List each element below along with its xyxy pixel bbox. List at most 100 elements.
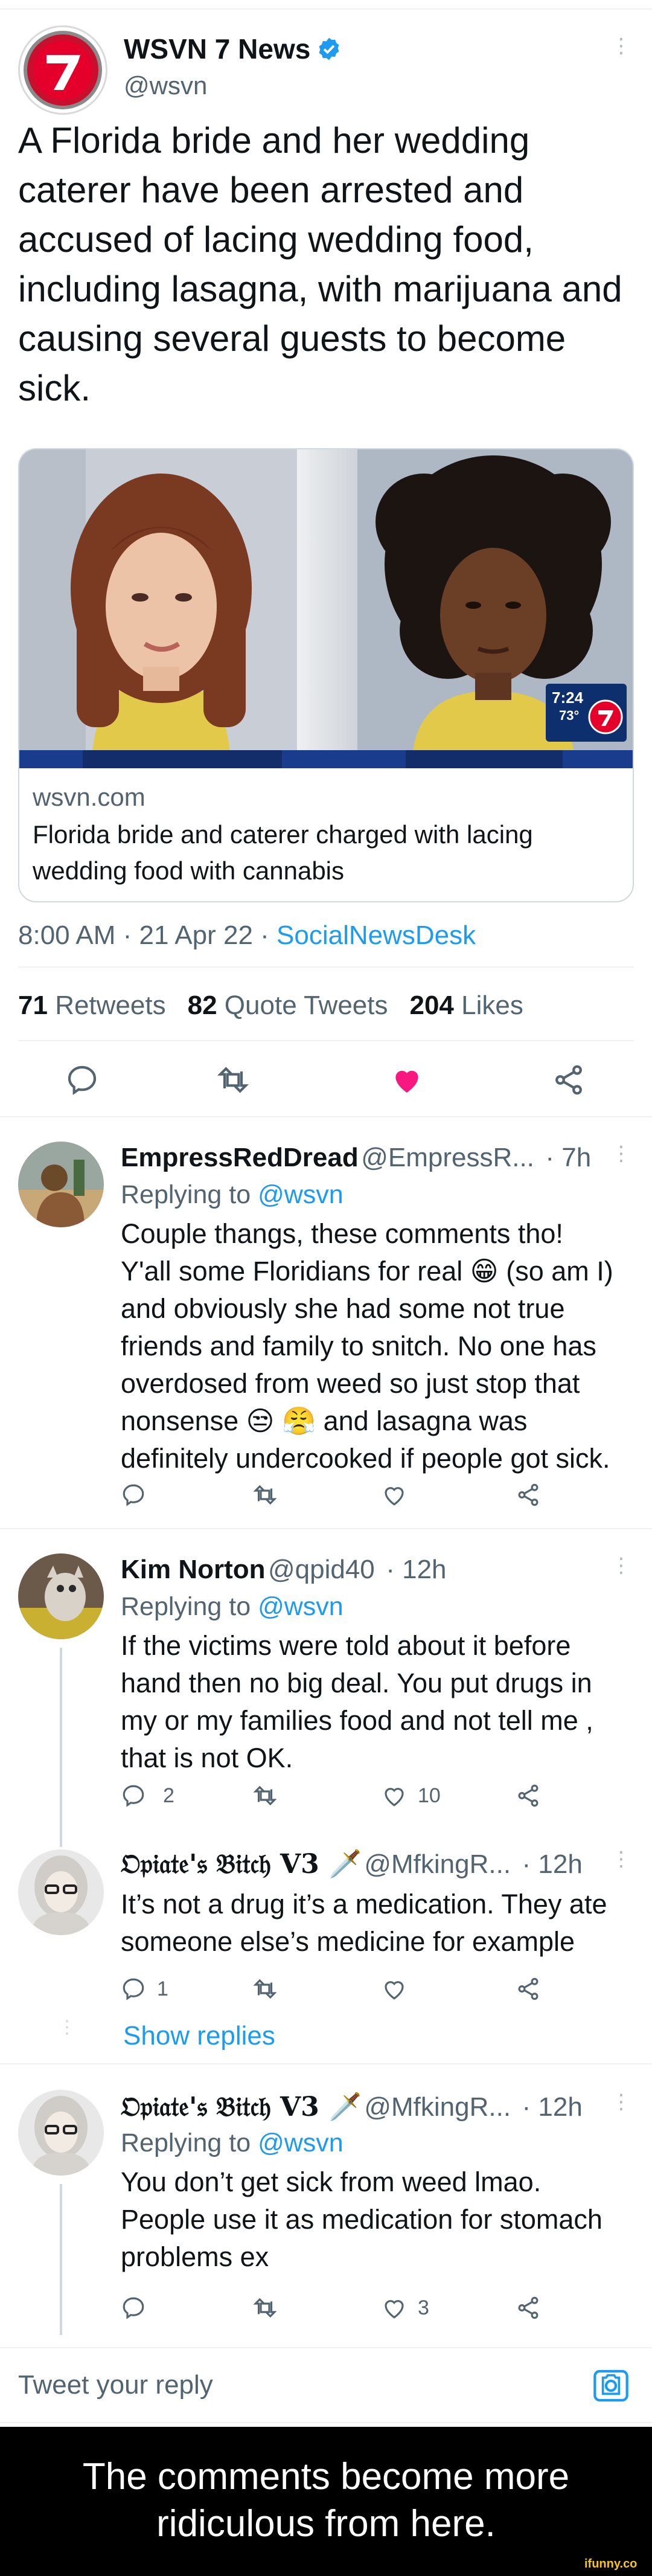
avatar[interactable]: [18, 1553, 104, 1639]
reply-author-name[interactable]: 𝔒𝔭𝔦𝔞𝔱𝔢'𝔰 𝔅𝔦𝔱𝔠𝔥 V3 🗡️: [121, 2092, 362, 2122]
bride-mugshot-image: [19, 449, 297, 768]
reply-time[interactable]: · 7h: [545, 1143, 591, 1172]
source-link[interactable]: SocialNewsDesk: [276, 920, 476, 950]
kim-avatar-image: [18, 1553, 104, 1639]
opiate-avatar-image: [18, 1849, 104, 1935]
reply-actions: 3: [121, 2295, 640, 2323]
reply-count: 1: [157, 1977, 168, 2000]
like-icon[interactable]: [382, 1976, 407, 2002]
more-options-icon[interactable]: ⋮: [611, 1142, 631, 1166]
like-icon[interactable]: [382, 1783, 407, 1808]
stats-row: 71 Retweets 82 Quote Tweets 204 Likes: [18, 991, 523, 1021]
reply-tweet[interactable]: EmpressRedDread @EmpressR... · 7h ⋮ Repl…: [0, 1117, 652, 1534]
more-options-icon[interactable]: ⋮: [611, 2090, 631, 2114]
reply-time[interactable]: · 12h: [386, 1555, 446, 1584]
reply-tweet[interactable]: Kim Norton @qpid40 · 12h ⋮ Replying to @…: [0, 1529, 652, 1847]
show-replies-link[interactable]: Show replies: [123, 2021, 275, 2051]
wsvn-avatar[interactable]: [18, 25, 107, 115]
wsvn-logo-icon: [24, 31, 102, 109]
retweet-icon[interactable]: [252, 1482, 278, 1508]
quotes-stat[interactable]: 82 Quote Tweets: [188, 991, 388, 1021]
author-handle[interactable]: @wsvn: [124, 71, 207, 100]
avatar[interactable]: [18, 1142, 104, 1227]
likes-stat[interactable]: 204 Likes: [409, 991, 523, 1021]
reply-author-handle[interactable]: @qpid40: [268, 1555, 375, 1584]
more-options-icon[interactable]: ⋮: [611, 1553, 631, 1578]
camera-icon[interactable]: [592, 2366, 630, 2405]
like-count: 3: [418, 2296, 429, 2319]
thread-line: [60, 2184, 62, 2335]
like-icon[interactable]: [382, 1482, 407, 1508]
share-icon[interactable]: [516, 1783, 541, 1808]
reply-icon[interactable]: [121, 2295, 146, 2321]
reply-author-handle[interactable]: @MfkingR...: [364, 1849, 511, 1879]
replying-to-handle[interactable]: @wsvn: [258, 1180, 344, 1209]
like-icon[interactable]: [382, 2295, 407, 2321]
reply-time[interactable]: · 12h: [522, 1849, 583, 1879]
reply-tweet[interactable]: 𝔒𝔭𝔦𝔞𝔱𝔢'𝔰 𝔅𝔦𝔱𝔠𝔥 V3 🗡️ @MfkingR... · 12h ⋮…: [0, 2066, 652, 2337]
reply-text: It’s not a drug it’s a medication. They …: [121, 1889, 607, 1957]
reply-text: Couple thangs, these comments tho! Y'all…: [121, 1218, 613, 1474]
tv-bug: 7:24 73°: [546, 684, 627, 742]
thread-line: [60, 1648, 62, 1847]
tv-time: 7:24: [552, 689, 584, 707]
like-icon[interactable]: [390, 1063, 424, 1097]
reply-icon[interactable]: [121, 1482, 146, 1508]
retweet-icon[interactable]: [216, 1063, 250, 1097]
main-actions: [0, 1063, 652, 1099]
reply-icon[interactable]: [121, 1783, 146, 1808]
reply-author-name[interactable]: Kim Norton: [121, 1555, 266, 1584]
share-icon[interactable]: [516, 2295, 541, 2321]
card-image[interactable]: 7:24 73°: [19, 449, 633, 768]
reply-tweet[interactable]: 𝔒𝔭𝔦𝔞𝔱𝔢'𝔰 𝔅𝔦𝔱𝔠𝔥 V3 🗡️ @MfkingR... · 12h ⋮…: [0, 1842, 652, 2066]
divider: [18, 966, 634, 968]
retweet-icon[interactable]: [252, 1783, 278, 1808]
avatar[interactable]: [18, 1849, 104, 1935]
ifunny-watermark: ifunny.co: [584, 2557, 638, 2571]
retweets-stat[interactable]: 71 Retweets: [18, 991, 166, 1021]
avatar[interactable]: [18, 2090, 104, 2176]
reply-author-handle[interactable]: @EmpressR...: [361, 1143, 534, 1172]
reply-time[interactable]: · 12h: [522, 2092, 583, 2122]
replying-to-label: Replying to: [121, 1592, 251, 1621]
retweet-icon[interactable]: [252, 2295, 278, 2321]
share-icon[interactable]: [516, 1976, 541, 2002]
compose-bar[interactable]: Tweet your reply: [0, 2348, 652, 2423]
tv-temp: 73°: [559, 708, 580, 723]
share-icon[interactable]: [516, 1482, 541, 1508]
verified-badge-icon: [319, 37, 339, 60]
caption-line-1: The comments become more: [82, 2456, 570, 2497]
reply-author-name[interactable]: EmpressRedDread: [121, 1143, 359, 1172]
replying-to-label: Replying to: [121, 2128, 251, 2157]
retweet-icon[interactable]: [252, 1976, 278, 2002]
card-domain: wsvn.com: [33, 783, 145, 811]
main-tweet: WSVN 7 News @wsvn ⋮ A Florida bride and …: [0, 0, 652, 1111]
share-icon[interactable]: [552, 1063, 586, 1097]
card-title: Florida bride and caterer charged with l…: [33, 820, 533, 885]
more-options-icon[interactable]: ⋮: [611, 1847, 631, 1871]
reply-author-handle[interactable]: @MfkingR...: [364, 2092, 511, 2122]
timestamp-row: 8:00 AM · 21 Apr 22 · SocialNewsDesk: [18, 920, 476, 951]
reply-icon[interactable]: [121, 1976, 146, 2002]
reply-author-name[interactable]: 𝔒𝔭𝔦𝔞𝔱𝔢'𝔰 𝔅𝔦𝔱𝔠𝔥 V3 🗡️: [121, 1849, 362, 1880]
replying-to-handle[interactable]: @wsvn: [258, 2128, 344, 2157]
reply-actions: 2 10: [121, 1783, 640, 1811]
replying-to-handle[interactable]: @wsvn: [258, 1592, 344, 1621]
link-card[interactable]: 7:24 73° wsvn.com Florida bride and cate…: [18, 448, 634, 902]
reply-text: If the victims were told about it before…: [121, 1630, 593, 1773]
tweet-text: A Florida bride and her wedding caterer …: [18, 120, 622, 408]
reply-actions: 1: [121, 1976, 640, 2004]
caption-banner: The comments become more ridiculous from…: [0, 2427, 652, 2576]
reply-icon[interactable]: [65, 1063, 99, 1097]
like-count: 10: [418, 1784, 441, 1807]
opiate-avatar-image: [18, 2090, 104, 2176]
timestamp: 8:00 AM · 21 Apr 22 ·: [18, 920, 277, 950]
caption-line-2: ridiculous from here.: [156, 2503, 496, 2545]
author-name[interactable]: WSVN 7 News: [124, 33, 310, 65]
divider: [0, 2063, 652, 2064]
replying-to-label: Replying to: [121, 1180, 251, 1209]
reply-text: You don’t get sick from weed lmao. Peopl…: [121, 2166, 602, 2272]
thread-dots: ⋮: [58, 2017, 76, 2037]
more-options-icon[interactable]: ⋮: [611, 34, 631, 58]
reply-input[interactable]: Tweet your reply: [18, 2370, 213, 2400]
